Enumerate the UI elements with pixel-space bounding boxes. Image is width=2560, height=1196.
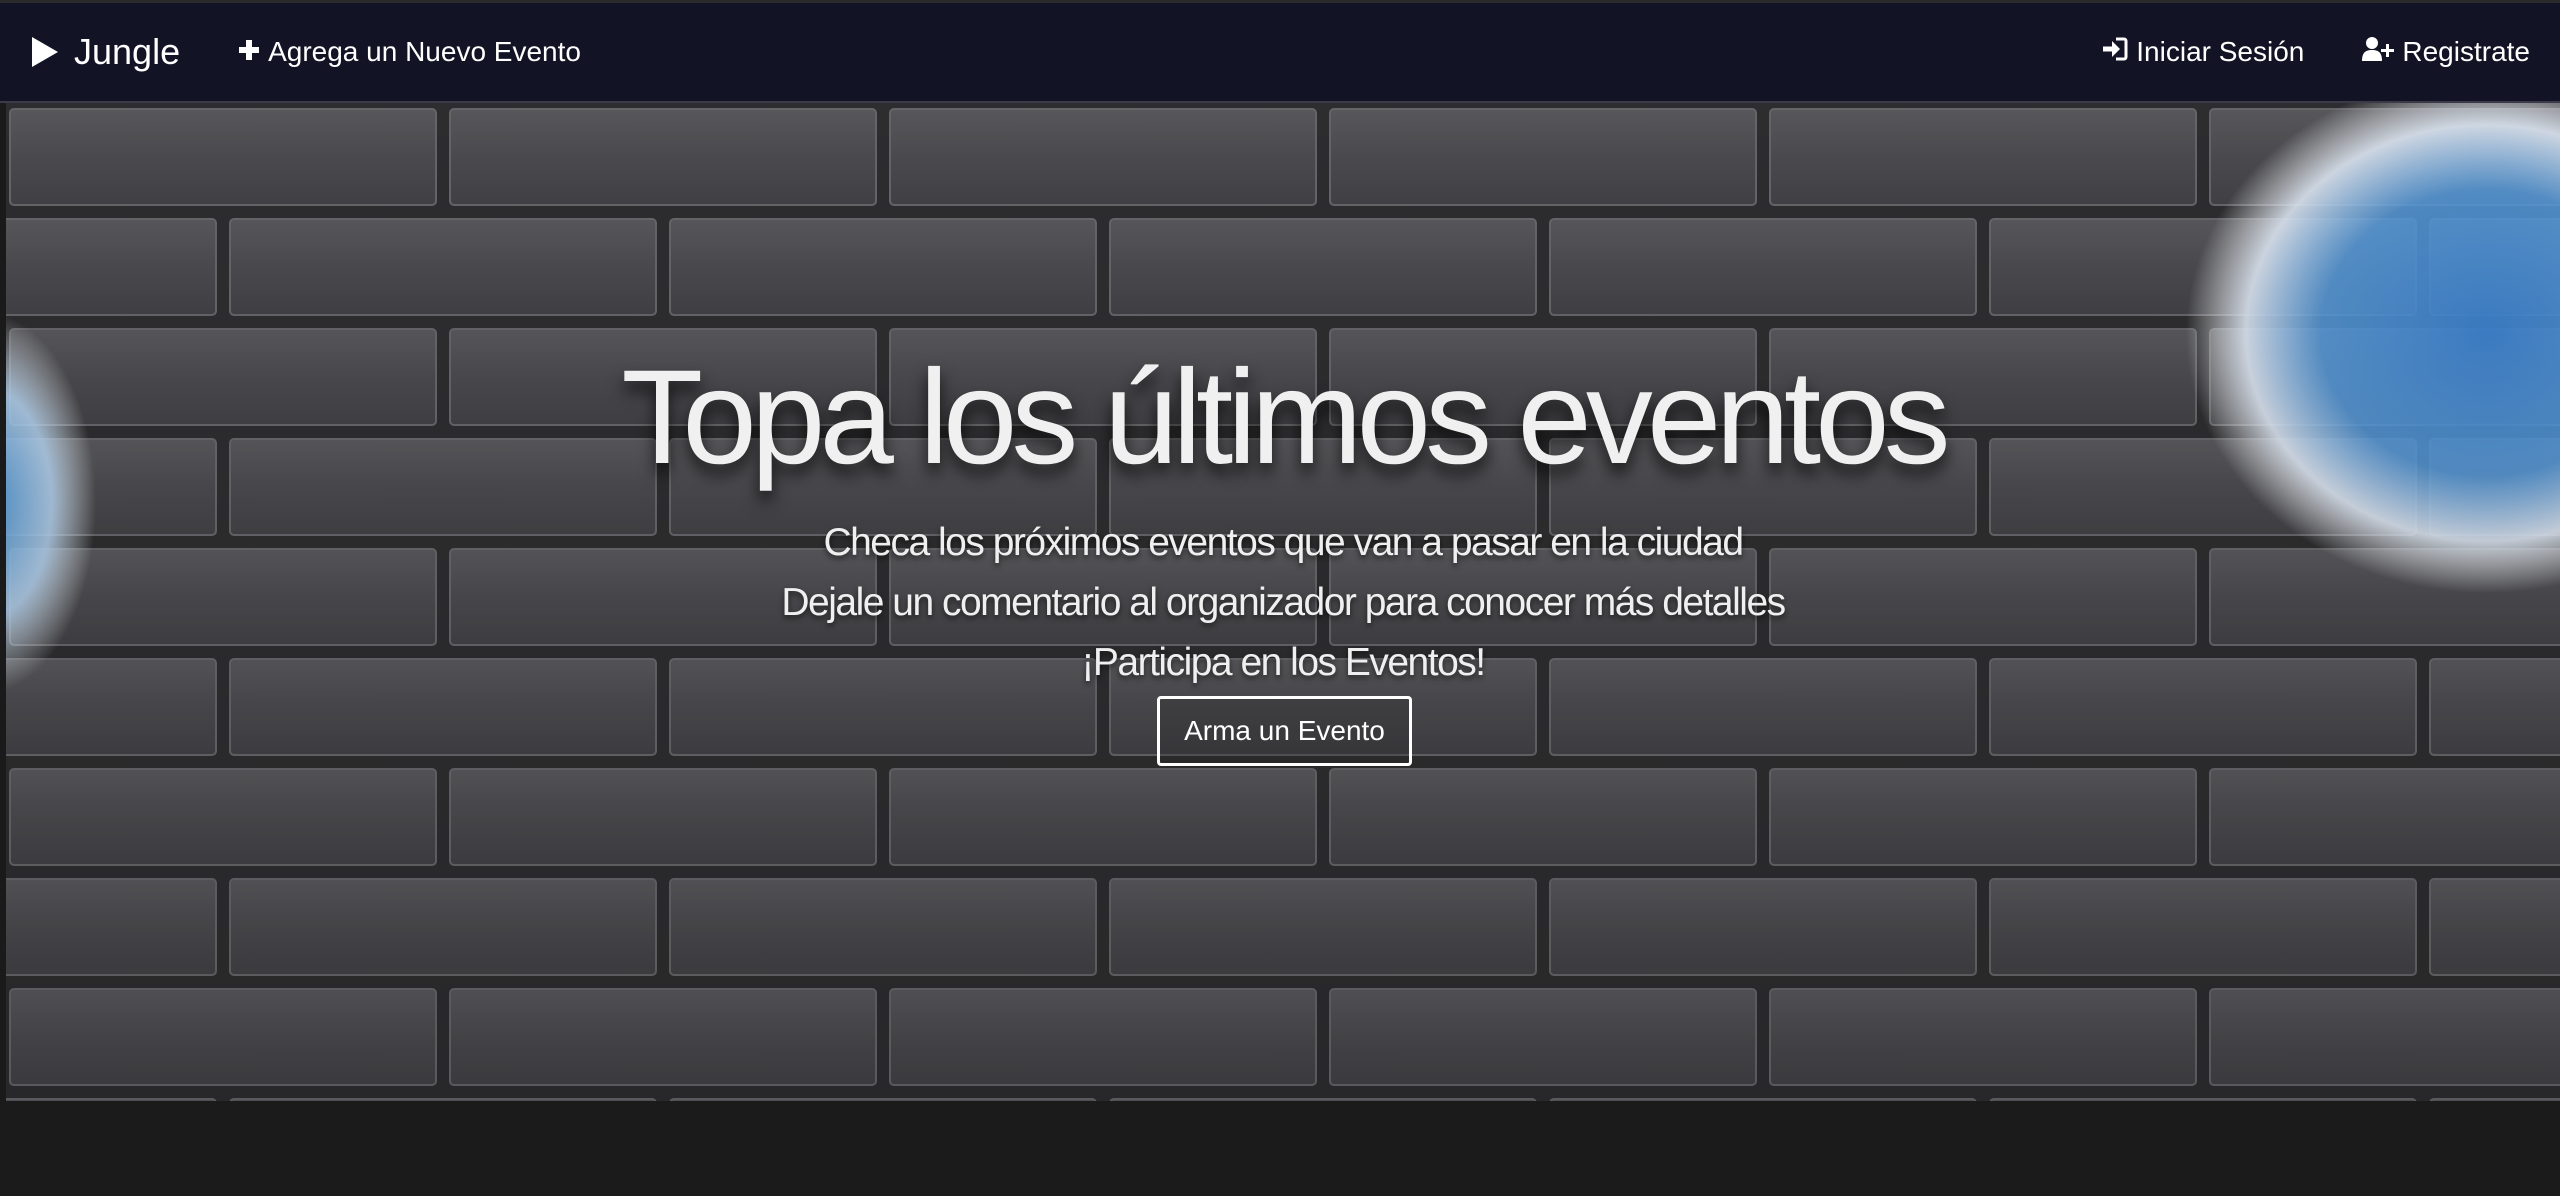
create-event-button[interactable]: Arma un Evento [1157, 696, 1412, 766]
top-navbar: Jungle Agrega un Nuevo Evento Iniciar Se… [0, 0, 2560, 103]
login-link[interactable]: Iniciar Sesión [2102, 36, 2304, 68]
page-bottom-area [0, 1101, 2560, 1196]
hero-content: Topa los últimos eventos Checa los próxi… [6, 103, 2560, 1101]
register-link[interactable]: Registrate [2362, 36, 2530, 69]
plus-icon [238, 36, 260, 68]
user-plus-icon [2362, 36, 2395, 69]
hero-banner: Topa los últimos eventos Checa los próxi… [6, 103, 2560, 1101]
brand-link[interactable]: Jungle [30, 31, 180, 73]
hero-title: Topa los últimos eventos [621, 343, 1950, 492]
hero-subtitle-line-3: ¡Participa en los Eventos! [1081, 641, 1486, 684]
add-event-link[interactable]: Agrega un Nuevo Evento [238, 36, 581, 68]
play-icon [30, 35, 60, 69]
register-label: Registrate [2402, 36, 2530, 67]
sign-in-icon [2102, 36, 2128, 68]
add-event-label: Agrega un Nuevo Evento [268, 36, 581, 67]
navbar-right-group: Iniciar Sesión Registrate [2102, 36, 2530, 69]
hero-subtitle-line-2: Dejale un comentario al organizador para… [781, 581, 1786, 624]
login-label: Iniciar Sesión [2136, 36, 2305, 67]
brand-label: Jungle [74, 31, 181, 72]
hero-subtitle-line-1: Checa los próximos eventos que van a pas… [823, 521, 1744, 564]
